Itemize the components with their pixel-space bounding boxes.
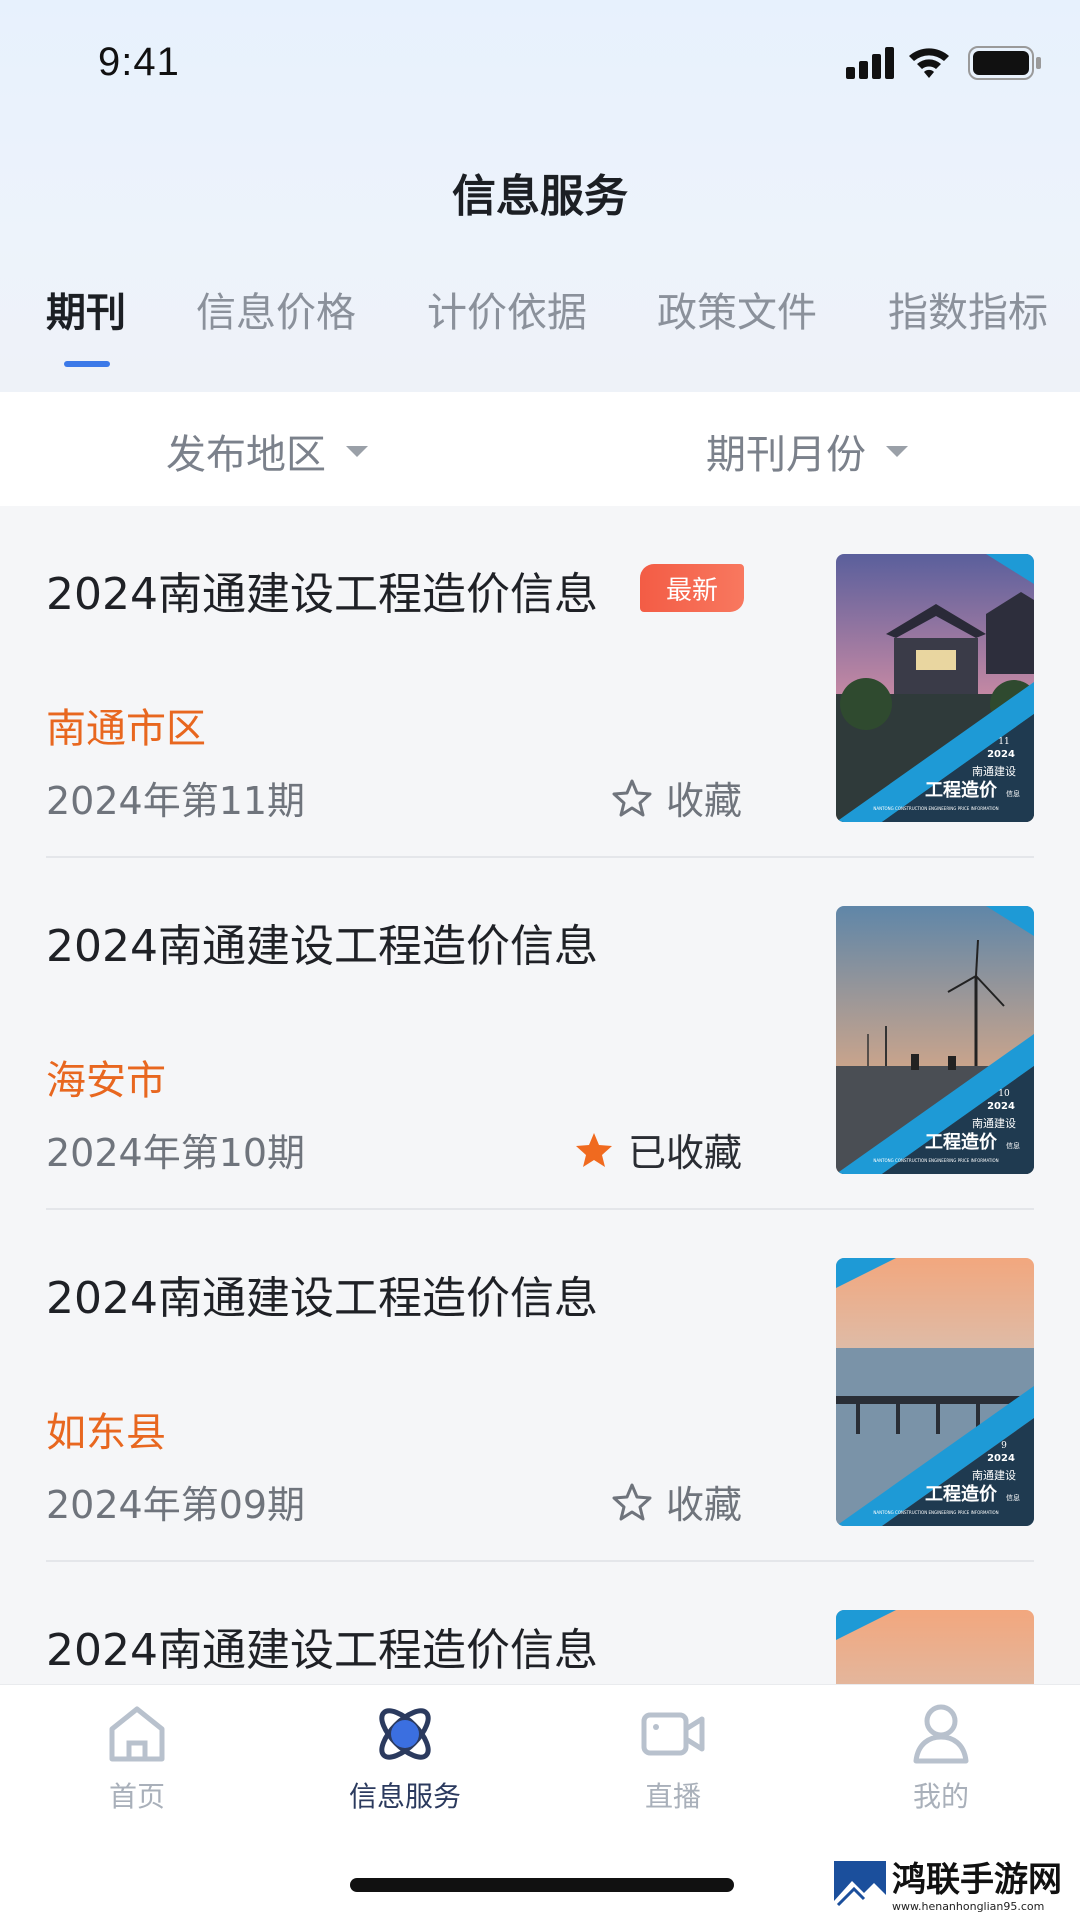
cover-tag: 信息 <box>1006 1493 1020 1502</box>
journal-list: 2024南通建设工程造价信息 最新 南通市区 2024年第11期 收藏 11 2… <box>0 506 1080 1686</box>
cover-year: 2024 <box>987 749 1015 760</box>
favorite-button[interactable]: 收藏 <box>612 770 742 825</box>
favorite-label: 收藏 <box>665 1483 742 1527</box>
journal-title: 2024南通建设工程造价信息 <box>46 569 598 620</box>
filter-bar: 发布地区 期刊月份 <box>0 392 1080 506</box>
nav-info-service[interactable]: 信息服务 <box>315 1699 495 1815</box>
nav-home-label: 首页 <box>108 1780 165 1813</box>
journal-title: 2024南通建设工程造价信息 <box>46 921 598 972</box>
tab-bar: 期刊 信息价格 计价依据 政策文件 指数指标 <box>0 280 1080 370</box>
caret-down-icon <box>346 445 368 457</box>
journal-region: 南通市区 <box>46 706 206 752</box>
nav-live[interactable]: 直播 <box>583 1699 763 1815</box>
journal-region: 海安市 <box>46 1058 166 1104</box>
journal-cover-image[interactable]: 11 2024 南通建设 工程造价 信息 NANTONG CONSTRUCTIO… <box>836 554 1034 822</box>
nav-live-label: 直播 <box>644 1780 701 1813</box>
watermark: 鸿联手游网 www.henanhonglian95.com <box>834 1858 1072 1916</box>
journal-cover-image[interactable]: 10 2024 南通建设 工程造价 信息 NANTONG CONSTRUCTIO… <box>836 906 1034 1174</box>
region-filter-dropdown[interactable]: 发布地区 <box>166 422 368 480</box>
journal-title: 2024南通建设工程造价信息 <box>46 1625 598 1676</box>
favorite-label: 收藏 <box>665 779 742 823</box>
favorite-button[interactable]: 已收藏 <box>574 1122 742 1177</box>
nav-info-service-label: 信息服务 <box>348 1780 461 1813</box>
journal-issue: 2024年第09期 <box>46 1483 306 1527</box>
cover-brand: 南通建设 <box>972 1116 1016 1130</box>
home-icon <box>109 1706 165 1762</box>
journal-region: 如东县 <box>46 1410 166 1456</box>
cover-brand: 南通建设 <box>972 1468 1016 1482</box>
journal-card[interactable]: 2024南通建设工程造价信息 如东县 2024年第09期 收藏 9 2024 南… <box>0 1210 1080 1562</box>
cover-subtitle: NANTONG CONSTRUCTION ENGINEERING PRICE I… <box>873 806 998 811</box>
star-outline-icon <box>612 1483 652 1520</box>
status-time: 9:41 <box>98 40 180 84</box>
tab-active-indicator <box>64 361 110 367</box>
tab-index-indicators[interactable]: 指数指标 <box>888 280 1048 338</box>
journal-card[interactable]: 2024南通建设工程造价信息 <box>0 1562 1080 1686</box>
page-title: 信息服务 <box>452 171 628 222</box>
watermark-logo-icon <box>834 1861 886 1913</box>
nav-profile[interactable]: 我的 <box>851 1699 1031 1815</box>
month-filter-dropdown[interactable]: 期刊月份 <box>706 422 908 480</box>
tab-policy-documents[interactable]: 政策文件 <box>657 280 817 338</box>
cover-issue-number: 10 <box>998 1089 1010 1099</box>
star-outline-icon <box>612 779 652 816</box>
cover-name: 工程造价 <box>925 1131 998 1153</box>
cover-subtitle: NANTONG CONSTRUCTION ENGINEERING PRICE I… <box>873 1158 998 1163</box>
atom-icon <box>379 1708 431 1760</box>
caret-down-icon <box>886 445 908 457</box>
person-icon <box>913 1704 969 1764</box>
nav-home[interactable]: 首页 <box>47 1699 227 1815</box>
journal-card[interactable]: 2024南通建设工程造价信息 海安市 2024年第10期 已收藏 10 2024… <box>0 858 1080 1210</box>
tab-pricing-basis[interactable]: 计价依据 <box>427 280 587 338</box>
status-bar: 9:41 <box>0 0 1080 130</box>
cover-issue-number: 11 <box>998 737 1009 747</box>
watermark-sub-text: www.henanhonglian95.com <box>892 1899 1045 1913</box>
tab-journals[interactable]: 期刊 <box>46 280 126 338</box>
cover-tag: 信息 <box>1006 1141 1020 1150</box>
month-filter-label: 期刊月份 <box>706 432 866 478</box>
journal-issue: 2024年第10期 <box>46 1131 306 1175</box>
wifi-icon <box>909 48 949 78</box>
cover-brand: 南通建设 <box>972 764 1016 778</box>
cover-subtitle: NANTONG CONSTRUCTION ENGINEERING PRICE I… <box>873 1510 998 1515</box>
journal-cover-image[interactable]: 9 2024 南通建设 工程造价 信息 NANTONG CONSTRUCTION… <box>836 1258 1034 1526</box>
video-camera-icon <box>641 1712 705 1756</box>
tab-info-prices[interactable]: 信息价格 <box>196 280 356 338</box>
cover-issue-number: 9 <box>1001 1441 1007 1451</box>
home-indicator[interactable] <box>350 1878 734 1892</box>
watermark-main-text: 鸿联手游网 <box>892 1859 1062 1900</box>
favorite-label: 已收藏 <box>627 1131 742 1175</box>
cover-year: 2024 <box>987 1101 1015 1112</box>
battery-icon <box>968 46 1041 80</box>
cover-name: 工程造价 <box>925 779 998 801</box>
cover-year: 2024 <box>987 1453 1015 1464</box>
star-filled-icon <box>575 1132 612 1167</box>
journal-title: 2024南通建设工程造价信息 <box>46 1273 598 1324</box>
region-filter-label: 发布地区 <box>166 432 326 478</box>
favorite-button[interactable]: 收藏 <box>612 1474 742 1529</box>
journal-cover-image[interactable] <box>836 1610 1034 1686</box>
new-badge: 最新 <box>640 564 744 612</box>
journal-issue: 2024年第11期 <box>46 779 306 823</box>
cover-name: 工程造价 <box>925 1483 998 1505</box>
cellular-signal-icon <box>846 47 894 79</box>
nav-profile-label: 我的 <box>912 1780 969 1813</box>
cover-tag: 信息 <box>1006 789 1020 798</box>
journal-card[interactable]: 2024南通建设工程造价信息 最新 南通市区 2024年第11期 收藏 11 2… <box>0 506 1080 858</box>
